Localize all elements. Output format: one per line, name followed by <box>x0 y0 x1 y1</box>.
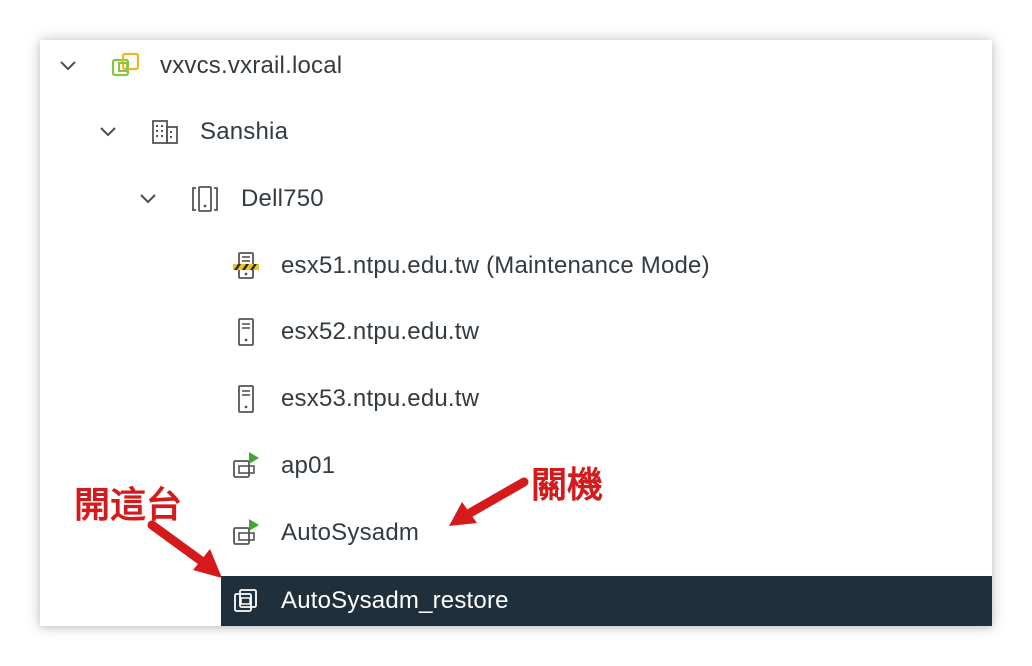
arrow-to-autosysadm-restore <box>147 520 222 578</box>
annotation-open-this: 開這台 <box>74 485 183 526</box>
arrow-to-autosysadm <box>449 477 529 526</box>
annotation-power-off: 關機 <box>531 465 604 506</box>
annotation-arrows <box>147 477 529 578</box>
